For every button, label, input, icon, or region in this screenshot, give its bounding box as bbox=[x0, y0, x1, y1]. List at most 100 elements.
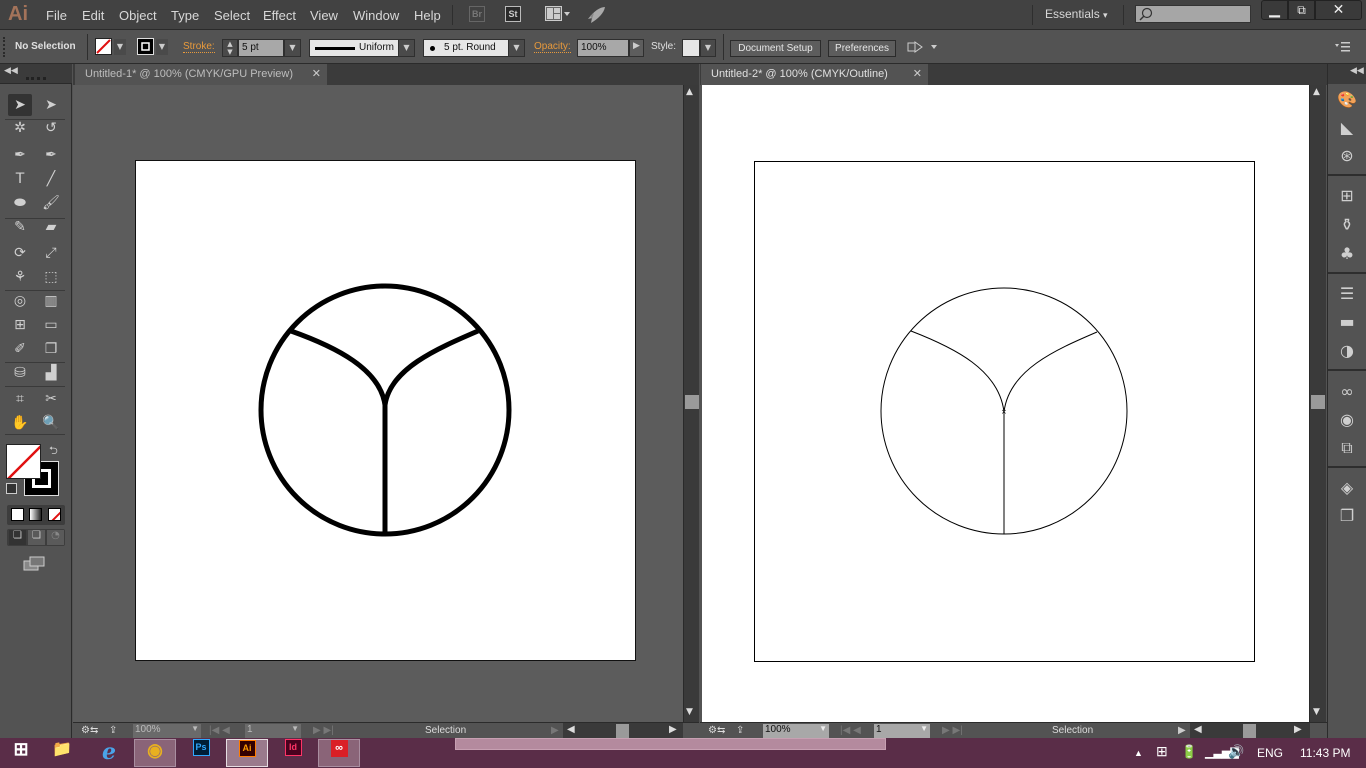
right-branch-path[interactable] bbox=[382, 328, 479, 406]
last-artboard-icon[interactable]: ▶ ▶| bbox=[313, 725, 334, 736]
menu-edit[interactable]: Edit bbox=[82, 8, 104, 23]
artboard-tool[interactable]: ⌗ bbox=[8, 388, 32, 410]
cc-libraries-link-icon[interactable]: ⊛ bbox=[1336, 146, 1358, 166]
internet-explorer-button[interactable]: e bbox=[88, 739, 130, 767]
pencil-tool[interactable]: ✎ bbox=[8, 216, 32, 238]
brushes-icon[interactable]: ⚱ bbox=[1336, 215, 1358, 235]
collapse-icon[interactable]: ◀◀ bbox=[1350, 66, 1364, 76]
draw-normal-icon[interactable]: ❏ bbox=[9, 530, 26, 545]
dock-header[interactable]: ◀◀ bbox=[1328, 64, 1366, 84]
stroke-weight-dropdown[interactable]: ▼ bbox=[284, 39, 301, 57]
shape-builder-tool[interactable]: ◎ bbox=[8, 290, 32, 312]
puppet-warp-tool[interactable]: ⚘ bbox=[8, 266, 32, 288]
panel-menu-button[interactable] bbox=[1335, 40, 1351, 54]
scroll-thumb[interactable] bbox=[616, 724, 629, 738]
scroll-thumb[interactable] bbox=[1311, 395, 1325, 409]
paintbrush-tool[interactable]: 🖌 bbox=[39, 192, 63, 214]
ellipse-tool[interactable]: ⬬ bbox=[8, 192, 32, 214]
scroll-up-icon[interactable]: ▲ bbox=[686, 87, 693, 97]
gpu-settings-icon[interactable]: ⚙⇆ bbox=[708, 725, 725, 736]
scroll-up-icon[interactable]: ▲ bbox=[1313, 87, 1320, 97]
doc1-zoom-dropdown[interactable]: 100% ▼ bbox=[133, 724, 201, 738]
indesign-button[interactable]: Id bbox=[272, 739, 314, 767]
doc1-artboard-dropdown[interactable]: 1 ▼ bbox=[245, 724, 301, 738]
scroll-left-icon[interactable]: ◀ bbox=[567, 724, 575, 735]
align-options-button[interactable] bbox=[907, 39, 939, 57]
symbols-icon[interactable]: ♣ bbox=[1336, 244, 1358, 264]
tools-panel-header[interactable]: ◀◀ bbox=[0, 64, 72, 84]
slice-tool[interactable]: ✂ bbox=[39, 388, 63, 410]
stroke-color-dropdown[interactable]: ▼ bbox=[137, 38, 171, 58]
zoom-tool[interactable]: 🔍 bbox=[39, 412, 63, 434]
magic-wand-tool[interactable]: ✲ bbox=[8, 117, 32, 139]
mesh-tool[interactable]: ⊞ bbox=[8, 314, 32, 336]
none-button[interactable] bbox=[48, 508, 61, 521]
scroll-right-icon[interactable]: ▶ bbox=[669, 724, 677, 735]
doc1-vertical-scrollbar[interactable]: ▲ ▼ bbox=[683, 85, 699, 722]
blend-tool[interactable]: ❐ bbox=[39, 338, 63, 360]
volume-icon[interactable]: 🔊 bbox=[1228, 744, 1244, 760]
fill-color-dropdown[interactable]: ▼ bbox=[95, 38, 129, 58]
arrange-documents-button[interactable] bbox=[545, 6, 571, 22]
start-button[interactable]: ⊞ bbox=[0, 739, 42, 767]
preferences-button[interactable]: Preferences bbox=[828, 40, 896, 57]
doc1-artboard[interactable] bbox=[135, 160, 636, 661]
symbol-sprayer-tool[interactable]: ⛁ bbox=[8, 362, 32, 384]
fill-color-swatch[interactable] bbox=[6, 444, 41, 479]
share-icon[interactable]: ⇪ bbox=[109, 725, 117, 736]
cc-libraries-icon[interactable]: ∞ bbox=[1336, 382, 1358, 402]
gradient-tool[interactable]: ▭ bbox=[39, 314, 63, 336]
type-tool[interactable]: T bbox=[8, 168, 32, 190]
transparency-icon[interactable]: ◑ bbox=[1336, 341, 1358, 361]
doc2-zoom-dropdown[interactable]: 100% ▼ bbox=[763, 724, 829, 738]
lasso-tool[interactable]: ↺ bbox=[39, 117, 63, 139]
artboards-icon[interactable]: ❐ bbox=[1336, 506, 1358, 526]
curvature-tool[interactable]: ✒ bbox=[39, 144, 63, 166]
stock-button[interactable]: St bbox=[505, 6, 521, 22]
publish-button[interactable] bbox=[586, 5, 606, 25]
doc2-horizontal-scrollbar[interactable]: ◀ ▶ bbox=[1190, 723, 1310, 739]
scroll-down-icon[interactable]: ▼ bbox=[686, 707, 693, 717]
doc1-canvas[interactable] bbox=[73, 85, 683, 722]
doc1-horizontal-scrollbar[interactable]: ◀ ▶ bbox=[563, 723, 683, 739]
scroll-left-icon[interactable]: ◀ bbox=[1194, 724, 1202, 735]
selection-tool[interactable]: ➤ bbox=[8, 94, 32, 116]
swatches-icon[interactable]: ⊞ bbox=[1336, 186, 1358, 206]
menu-select[interactable]: Select bbox=[214, 8, 250, 23]
photoshop-button[interactable]: Ps bbox=[180, 739, 222, 767]
chart-tool[interactable]: ▥ bbox=[39, 290, 63, 312]
doc2-artboard-dropdown[interactable]: 1 ▼ bbox=[874, 724, 930, 738]
color-guide-icon[interactable]: ◣ bbox=[1336, 118, 1358, 138]
opacity-panel-link[interactable]: Opacity: bbox=[534, 41, 571, 53]
menu-window[interactable]: Window bbox=[353, 8, 399, 23]
document-setup-button[interactable]: Document Setup bbox=[730, 40, 821, 57]
doc2-canvas[interactable]: × bbox=[702, 85, 1309, 722]
eraser-tool[interactable]: ▰ bbox=[39, 216, 63, 238]
status-menu-icon[interactable]: ▶ bbox=[551, 725, 559, 736]
direct-selection-tool[interactable]: ➤ bbox=[39, 94, 63, 116]
stroke-weight-stepper[interactable]: ▲ ▼ bbox=[222, 39, 238, 57]
menu-object[interactable]: Object bbox=[119, 8, 157, 23]
right-branch-outline[interactable] bbox=[1003, 331, 1098, 413]
hand-tool[interactable]: ✋ bbox=[8, 412, 32, 434]
left-branch-path[interactable] bbox=[290, 328, 388, 406]
stroke-icon[interactable]: ☰ bbox=[1336, 284, 1358, 304]
layers-icon[interactable]: ◈ bbox=[1336, 478, 1358, 498]
eyedropper-tool[interactable]: ✐ bbox=[8, 338, 32, 360]
close-button[interactable]: ✕ bbox=[1315, 0, 1362, 20]
appearance-icon[interactable]: ◉ bbox=[1336, 410, 1358, 430]
swap-fill-stroke-icon[interactable]: ⮌ bbox=[49, 442, 58, 461]
show-hidden-icons[interactable]: ▲ bbox=[1134, 748, 1143, 758]
brush-definition-dropdown[interactable]: 5 pt. Round ▼ bbox=[423, 39, 525, 57]
menu-file[interactable]: File bbox=[46, 8, 67, 23]
draw-inside-icon[interactable]: ◔ bbox=[47, 530, 64, 545]
minimize-button[interactable]: ▁ bbox=[1261, 0, 1288, 20]
first-artboard-icon[interactable]: |◀ ◀ bbox=[209, 725, 230, 736]
language-indicator[interactable]: ENG bbox=[1257, 746, 1283, 760]
column-graph-tool[interactable]: ▟ bbox=[39, 362, 63, 384]
battery-icon[interactable]: 🔋 bbox=[1181, 744, 1197, 760]
status-menu-icon[interactable]: ▶ bbox=[1178, 725, 1186, 736]
creative-cloud-button[interactable]: ∞ bbox=[318, 739, 360, 767]
last-artboard-icon[interactable]: ▶ ▶| bbox=[942, 725, 963, 736]
scroll-thumb[interactable] bbox=[685, 395, 699, 409]
